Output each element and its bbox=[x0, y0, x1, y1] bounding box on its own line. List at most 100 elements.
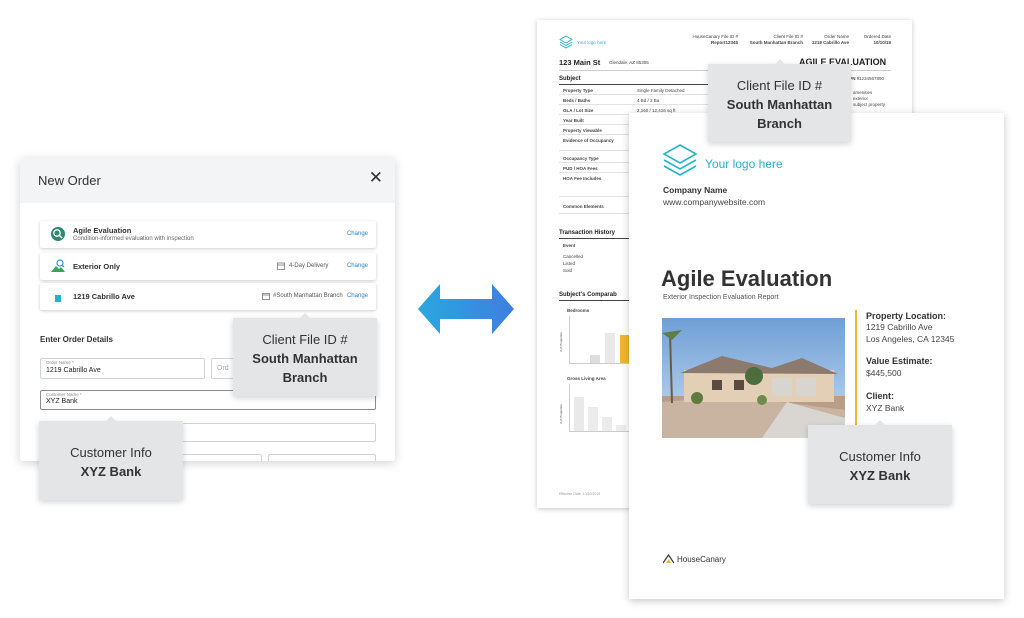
header-label: HouseCanary File ID # bbox=[692, 34, 738, 39]
report-address: 123 Main St bbox=[559, 58, 601, 67]
calendar-icon bbox=[277, 262, 285, 270]
subject-row: Property Type Single Family Detached bbox=[559, 87, 709, 95]
divider bbox=[559, 300, 629, 301]
divider bbox=[559, 238, 629, 239]
tooltip-line: South Manhattan bbox=[726, 97, 833, 112]
company-website: www.companywebsite.com bbox=[663, 197, 766, 207]
header-value: South Manhattan Branch bbox=[749, 40, 803, 45]
change-link[interactable]: Change bbox=[347, 293, 368, 299]
branch-tag: #South Manhattan Branch bbox=[273, 293, 343, 299]
change-link[interactable]: Change bbox=[347, 231, 368, 237]
tooltip-line: Customer Info bbox=[839, 449, 921, 464]
new-order-modal: New Order ✕ Agile Evaluation Condition-i… bbox=[20, 158, 395, 461]
product-name: Agile Evaluation bbox=[73, 226, 132, 235]
transaction-event: Cancelled bbox=[563, 254, 584, 259]
report-city: Glendale, AZ 85305 bbox=[609, 60, 649, 65]
tooltip-caret bbox=[106, 416, 116, 421]
subject-label: PUD / HOA Fees bbox=[563, 166, 598, 171]
tooltip-line: Branch bbox=[282, 370, 328, 385]
order-name-field[interactable]: Order Name * 1219 Cabrillo Ave bbox=[40, 358, 205, 379]
tooltip-caret bbox=[300, 313, 310, 318]
subject-heading: Subject bbox=[559, 76, 581, 82]
transaction-event: Listed bbox=[563, 261, 576, 266]
order-details-heading: Enter Order Details bbox=[40, 335, 113, 344]
delivery-time: 4-Day Delivery bbox=[289, 263, 329, 269]
subject-label: GLA / Lot Size bbox=[563, 108, 594, 113]
subject-row: Beds / Baths 4 Bd / 3 Ba bbox=[559, 97, 709, 105]
header-value: 10/10/19 bbox=[873, 40, 891, 45]
property-photo bbox=[662, 318, 845, 438]
transaction-event: Sold bbox=[563, 268, 573, 273]
client-file-tooltip: Client File ID # South Manhattan Branch bbox=[233, 313, 377, 396]
tooltip-caret bbox=[875, 420, 885, 425]
apn-value: 1234567890 bbox=[859, 76, 885, 81]
comparables-heading: Subject's Comparab bbox=[559, 292, 617, 298]
product-name: 1219 Cabrillo Ave bbox=[73, 292, 135, 301]
tooltip-line: XYZ Bank bbox=[80, 464, 142, 479]
product-row-address[interactable]: 1219 Cabrillo Ave #South Manhattan Branc… bbox=[40, 283, 376, 310]
client-value: XYZ Bank bbox=[866, 403, 905, 413]
tooltip-line: Customer Info bbox=[70, 445, 152, 460]
modal-title: New Order bbox=[38, 173, 101, 188]
bar bbox=[602, 417, 612, 431]
logo-icon bbox=[662, 144, 698, 176]
subject-label: Occupancy Type bbox=[563, 156, 599, 161]
evaluation-icon bbox=[51, 227, 65, 241]
y-axis-label: # of Properties bbox=[558, 404, 563, 424]
side-note: subject property bbox=[853, 102, 886, 107]
order-name-value: 1219 Cabrillo Ave bbox=[46, 367, 101, 374]
divider bbox=[559, 84, 719, 85]
subject-label: Evidence of Occupancy bbox=[563, 138, 614, 143]
subject-label: Property Type bbox=[563, 88, 593, 93]
brand-name: HouseCanary bbox=[677, 555, 726, 564]
client-label: Client: bbox=[866, 391, 894, 401]
header-label: Ordered Date bbox=[863, 34, 891, 39]
folder-icon bbox=[262, 293, 270, 300]
customer-info-tooltip: Customer Info XYZ Bank bbox=[808, 420, 952, 504]
empty-field[interactable] bbox=[180, 454, 262, 461]
subject-label: Year Built bbox=[563, 118, 584, 123]
tooltip-caret bbox=[775, 59, 785, 64]
bar bbox=[590, 355, 600, 363]
footer-note: Effective Date: 10/10/2019 bbox=[559, 492, 601, 496]
value-estimate-label: Value Estimate: bbox=[866, 356, 933, 366]
subject-label: Beds / Baths bbox=[563, 98, 591, 103]
change-link[interactable]: Change bbox=[347, 263, 368, 269]
transaction-header: Event bbox=[563, 243, 576, 248]
client-file-tooltip: Client File ID # South Manhattan Branch bbox=[708, 59, 851, 142]
report-cover-page: Your logo here Company Name www.companyw… bbox=[629, 113, 1004, 599]
product-name: Exterior Only bbox=[73, 262, 121, 271]
subject-value: 4 Bd / 3 Ba bbox=[637, 98, 660, 103]
side-note: amenities bbox=[853, 90, 873, 95]
order-name-label: Order Name * bbox=[46, 360, 74, 365]
header-value: Report12345 bbox=[710, 40, 738, 45]
customer-name-label: Customer Name * bbox=[46, 392, 82, 397]
double-arrow-icon bbox=[418, 284, 514, 334]
product-row-exterior-only[interactable]: Exterior Only 4-Day Delivery Change bbox=[40, 253, 376, 280]
bar bbox=[616, 425, 626, 431]
logo-icon bbox=[559, 35, 573, 49]
subject-label: Property Viewable bbox=[563, 128, 602, 133]
tooltip-line: XYZ Bank bbox=[849, 468, 911, 483]
subject-label: Common Elements bbox=[563, 204, 604, 209]
tooltip-line: South Manhattan bbox=[252, 351, 358, 366]
gla-chart-title: Gross Living Area bbox=[567, 376, 606, 381]
exterior-icon bbox=[51, 259, 65, 272]
empty-field[interactable] bbox=[268, 454, 376, 461]
report-subtitle: Exterior Inspection Evaluation Report bbox=[663, 294, 779, 301]
property-location-line1: 1219 Cabrillo Ave bbox=[866, 322, 933, 332]
subject-value: Single Family Detached bbox=[637, 88, 685, 93]
close-icon[interactable]: ✕ bbox=[369, 169, 383, 187]
header-label: Order Name bbox=[824, 34, 849, 39]
product-row-agile-evaluation[interactable]: Agile Evaluation Condition-informed eval… bbox=[40, 221, 376, 248]
house-icon bbox=[55, 295, 61, 302]
modal-header: New Order ✕ bbox=[20, 158, 395, 203]
property-location-label: Property Location: bbox=[866, 311, 947, 321]
transaction-heading: Transaction History bbox=[559, 230, 616, 236]
property-location-line2: Los Angeles, CA 12345 bbox=[866, 334, 955, 344]
tooltip-line: Client File ID # bbox=[736, 78, 823, 93]
gla-chart bbox=[569, 384, 629, 432]
value-estimate: $445,500 bbox=[866, 368, 902, 378]
bar bbox=[605, 333, 615, 363]
order-secondary-placeholder: Ord bbox=[217, 365, 229, 372]
